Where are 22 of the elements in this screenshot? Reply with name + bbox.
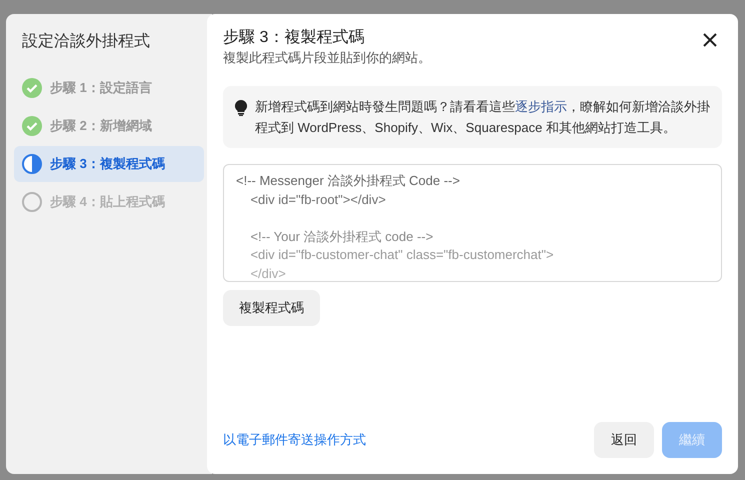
copy-code-button[interactable]: 複製程式碼 bbox=[223, 290, 320, 326]
tip-text: 新增程式碼到網站時發生問題嗎？請看看這些逐步指示，瞭解如何新增洽談外掛程式到 WordPress、Shopify、Wix、Squarespace 和其他網站打造工具。 bbox=[255, 98, 710, 137]
empty-circle-icon bbox=[22, 192, 42, 212]
email-instructions-link[interactable]: 以電子郵件寄送操作方式 bbox=[223, 430, 366, 450]
code-line: </div> bbox=[249, 264, 287, 281]
close-icon bbox=[703, 33, 717, 47]
lightbulb-icon bbox=[235, 100, 247, 116]
instructions-link[interactable]: 逐步指示 bbox=[515, 99, 567, 114]
step-item[interactable]: 步驟 1：設定語言 bbox=[14, 70, 204, 106]
dialog-subtitle: 複製此程式碼片段並貼到你的網站。 bbox=[223, 49, 431, 67]
code-line: <div id="fb-root"></div> bbox=[249, 190, 387, 208]
code-line: <!-- Messenger 洽談外掛程式 Code --> bbox=[236, 172, 461, 190]
half-circle-icon bbox=[22, 154, 42, 174]
sidebar-title: 設定洽談外掛程式 bbox=[21, 32, 151, 52]
code-line: <div id="fb-customer-chat" class="fb-customerchat"> bbox=[249, 246, 555, 264]
step-item[interactable]: 步驟 2：新增網域 bbox=[14, 108, 204, 144]
dialog-title: 步驟 3：複製程式碼 bbox=[223, 28, 366, 48]
back-button[interactable]: 返回 bbox=[594, 422, 654, 458]
check-circle-icon bbox=[22, 116, 42, 136]
step-item[interactable]: 步驟 3：複製程式碼 bbox=[14, 146, 204, 182]
check-circle-icon bbox=[22, 78, 42, 98]
code-line: <!-- Your 洽談外掛程式 code --> bbox=[249, 228, 434, 246]
